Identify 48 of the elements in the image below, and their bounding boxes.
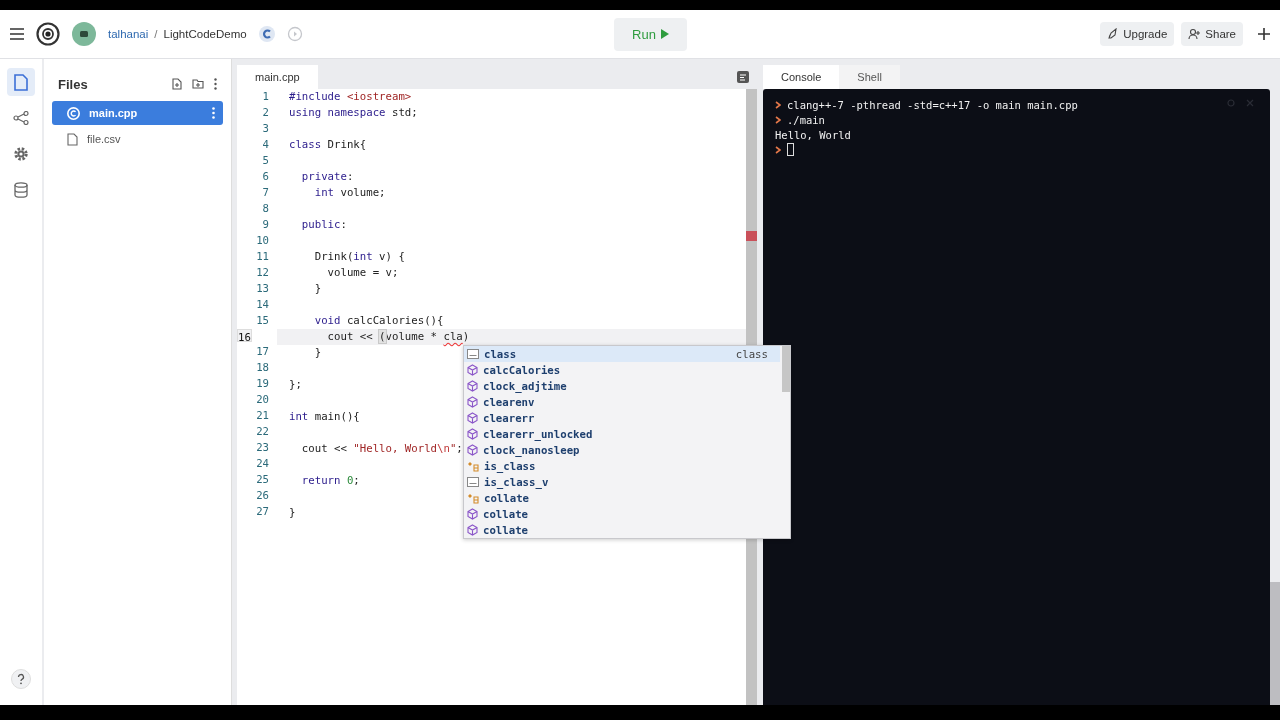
code-line: } <box>289 506 296 519</box>
files-title: Files <box>58 76 88 92</box>
line-number: 20 <box>256 393 269 406</box>
line-number: 18 <box>256 361 269 374</box>
line-number: 23 <box>256 441 269 454</box>
code-line: private: <box>300 170 354 183</box>
breadcrumb-separator: / <box>154 28 158 40</box>
terminal-output: Hello, World <box>775 128 851 141</box>
line-number: 5 <box>262 154 269 167</box>
code-line: #include <iostream> <box>289 90 412 103</box>
code-line: void calcCalories(){ <box>313 314 444 327</box>
line-number: 24 <box>256 457 269 470</box>
code-line: int volume; <box>313 186 386 199</box>
line-number: 12 <box>256 266 269 279</box>
line-number: 9 <box>262 218 269 231</box>
line-number: 10 <box>256 234 269 247</box>
code-line: int main(){ <box>289 410 360 423</box>
line-number: 19 <box>256 377 269 390</box>
code-line: } <box>313 282 322 295</box>
line-number: 1 <box>262 90 269 103</box>
code-line: using namespace std; <box>289 106 418 119</box>
code-line: volume = v; <box>326 266 399 279</box>
code-line: public: <box>300 218 347 231</box>
line-number: 7 <box>262 186 269 199</box>
line-number: 21 <box>256 409 269 422</box>
line-number: 22 <box>256 425 269 438</box>
terminal-command: clang++-7 -pthread -std=c++17 -o main main.cpp <box>787 98 1078 111</box>
line-number: 8 <box>262 202 269 215</box>
line-number: 17 <box>256 345 269 358</box>
code-line: class Drink{ <box>289 138 367 151</box>
line-number: 13 <box>256 282 269 295</box>
line-number: 16 <box>238 331 251 344</box>
line-number: 26 <box>256 489 269 502</box>
line-number: 6 <box>262 170 269 183</box>
terminal-command: ./main <box>787 113 825 126</box>
code-line: cout << "Hello, World\n"; <box>300 442 463 455</box>
line-number: 14 <box>256 298 269 311</box>
code-line: } <box>313 346 322 359</box>
line-number: 3 <box>262 122 269 135</box>
line-number: 4 <box>262 138 269 151</box>
line-number: 15 <box>256 314 269 327</box>
line-number: 2 <box>262 106 269 119</box>
line-number: 27 <box>256 505 269 518</box>
line-number: 25 <box>256 473 269 486</box>
code-line: }; <box>289 378 302 391</box>
line-number: 11 <box>256 250 269 263</box>
code-line: Drink(int v) { <box>313 250 405 263</box>
code-line: return 0; <box>300 474 360 487</box>
